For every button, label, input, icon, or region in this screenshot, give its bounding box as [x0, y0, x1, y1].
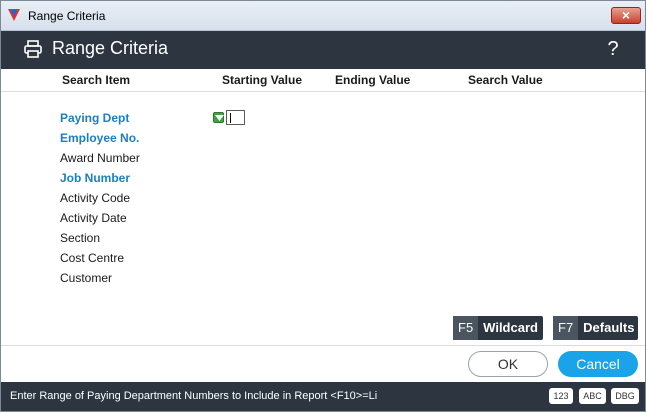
page-title: Range Criteria [52, 38, 169, 58]
title-bar: Range Criteria × [1, 1, 645, 31]
ok-button[interactable]: OK [468, 351, 548, 377]
close-button[interactable]: × [611, 7, 641, 24]
wildcard-label: Wildcard [483, 320, 538, 335]
app-logo-icon [8, 9, 20, 21]
wildcard-button[interactable]: F5 Wildcard [453, 316, 543, 340]
footer-divider [1, 345, 645, 346]
header-divider [1, 91, 645, 92]
close-icon: × [621, 7, 631, 23]
status-message: Enter Range of Paying Department Numbers… [10, 390, 378, 402]
column-header-search-value: Search Value [468, 73, 543, 87]
dialog-header: Range Criteria ? [1, 31, 645, 69]
cancel-button[interactable]: Cancel [558, 351, 638, 377]
row-label-activity-date[interactable]: Activity Date [60, 211, 127, 225]
window-title: Range Criteria [28, 9, 106, 23]
row-label-section[interactable]: Section [60, 231, 100, 245]
row-label-paying-dept[interactable]: Paying Dept [60, 111, 129, 125]
mode-badge-dbg[interactable]: DBG [611, 388, 639, 404]
starting-value-input[interactable] [226, 110, 245, 125]
defaults-key: F7 [553, 316, 579, 340]
row-label-customer[interactable]: Customer [60, 271, 112, 285]
printer-icon [24, 40, 42, 58]
column-header-starting-value: Starting Value [222, 73, 303, 87]
row-label-activity-code[interactable]: Activity Code [60, 191, 130, 205]
wildcard-key: F5 [453, 316, 479, 340]
defaults-label: Defaults [583, 320, 635, 335]
row-label-cost-centre[interactable]: Cost Centre [60, 251, 124, 265]
status-bar: Enter Range of Paying Department Numbers… [1, 382, 645, 411]
column-header-ending-value: Ending Value [335, 73, 411, 87]
defaults-button[interactable]: F7 Defaults [553, 316, 638, 340]
range-criteria-window: Range Criteria × Range Criteria ? Search… [0, 0, 646, 412]
mode-badge-abc[interactable]: ABC [579, 388, 606, 404]
mode-badge-123[interactable]: 123 [549, 388, 573, 404]
column-header-search-item: Search Item [62, 73, 131, 87]
help-icon[interactable]: ? [605, 37, 621, 61]
row-label-job-number[interactable]: Job Number [60, 171, 130, 185]
row-label-award-number[interactable]: Award Number [60, 151, 140, 165]
row-label-employee-no[interactable]: Employee No. [60, 131, 139, 145]
text-caret [230, 113, 231, 123]
dropdown-marker-icon[interactable] [213, 112, 224, 123]
